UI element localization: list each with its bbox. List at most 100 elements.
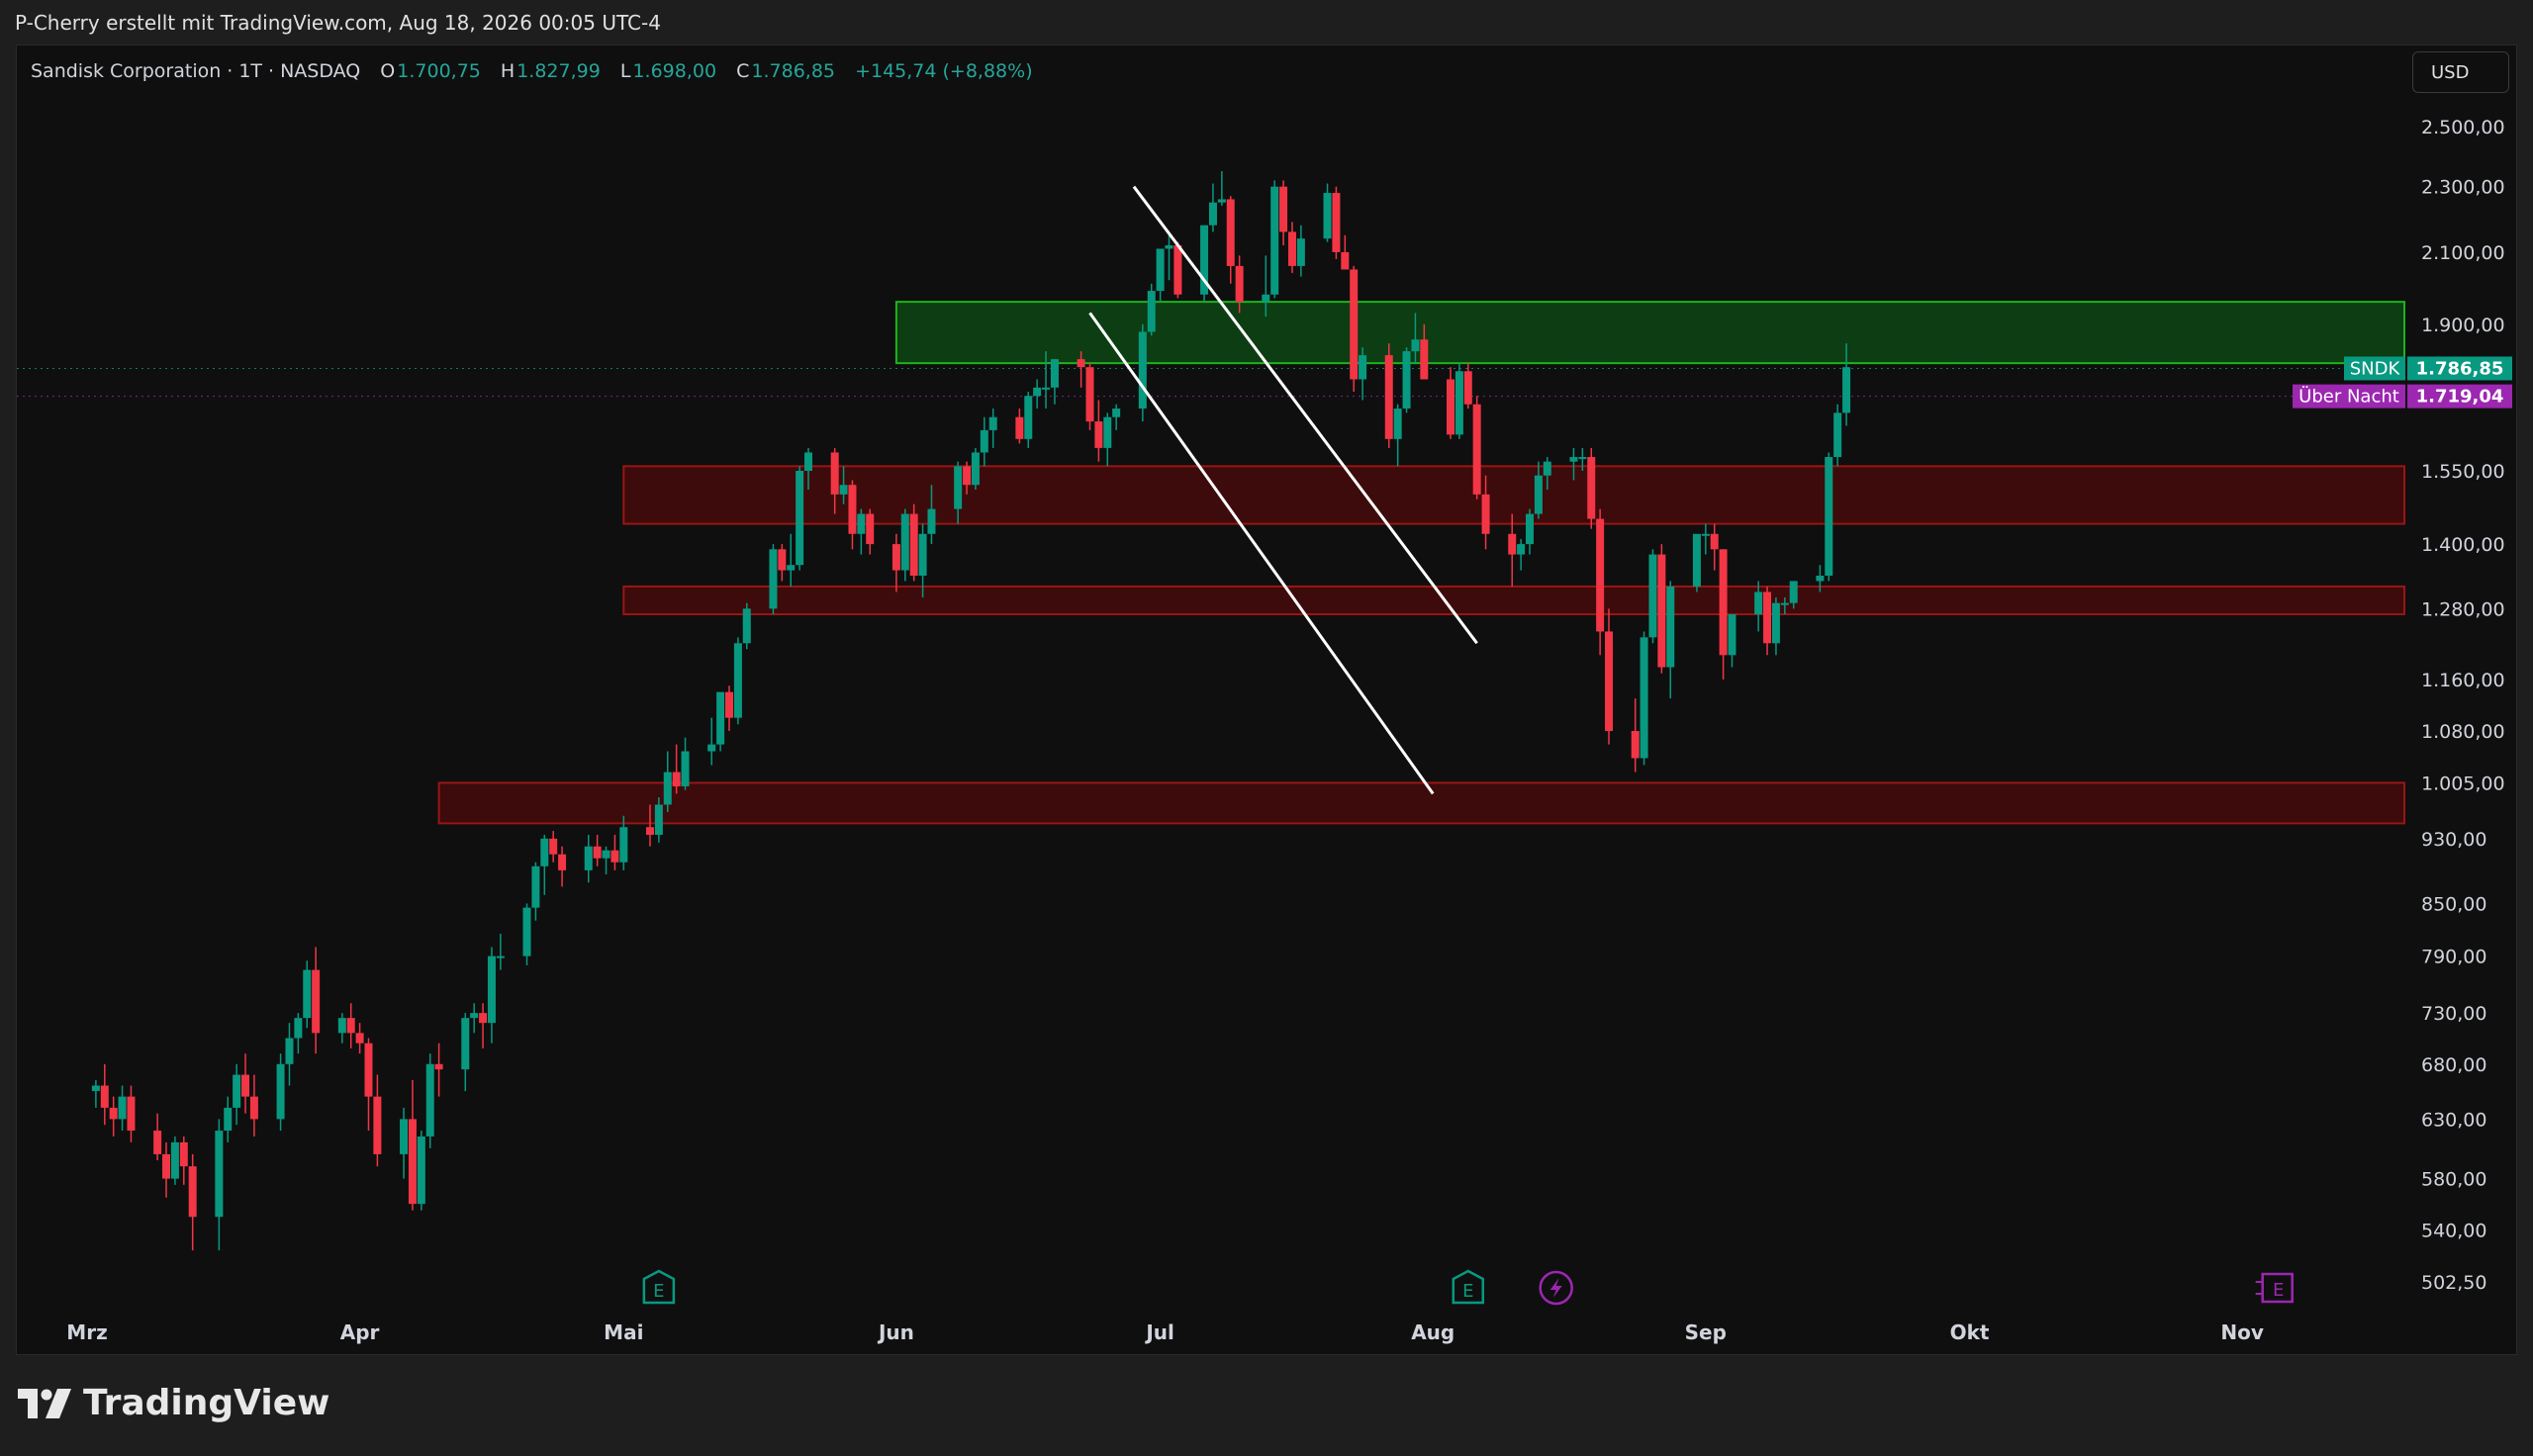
candle-body[interactable] bbox=[531, 865, 540, 908]
candle-body[interactable] bbox=[778, 549, 787, 571]
candle-body[interactable] bbox=[1262, 294, 1270, 303]
candle-body[interactable] bbox=[434, 1063, 443, 1070]
candle-body[interactable] bbox=[733, 643, 742, 718]
candle-body[interactable] bbox=[839, 485, 848, 495]
candle-body[interactable] bbox=[400, 1119, 409, 1154]
candle-body[interactable] bbox=[1112, 409, 1121, 417]
candle-body[interactable] bbox=[162, 1153, 171, 1179]
candle-body[interactable] bbox=[1640, 637, 1648, 759]
candle-body[interactable] bbox=[971, 452, 980, 486]
support-zone[interactable] bbox=[622, 465, 2405, 525]
candle-body[interactable] bbox=[707, 744, 716, 752]
candle-body[interactable] bbox=[848, 485, 857, 534]
candle-body[interactable] bbox=[804, 452, 813, 471]
candle-body[interactable] bbox=[1596, 518, 1605, 632]
candle-body[interactable] bbox=[1147, 291, 1156, 332]
candle-body[interactable] bbox=[900, 513, 909, 571]
candle-body[interactable] bbox=[470, 1013, 479, 1019]
candle-body[interactable] bbox=[109, 1107, 118, 1120]
candle-body[interactable] bbox=[1454, 371, 1463, 435]
candle-body[interactable] bbox=[1701, 533, 1710, 536]
candle-body[interactable] bbox=[479, 1013, 488, 1024]
candle-body[interactable] bbox=[891, 544, 900, 571]
candle-body[interactable] bbox=[249, 1096, 258, 1120]
trendline[interactable] bbox=[1132, 185, 1478, 645]
chart-panel[interactable]: 2.500,00 2.300,00 2.100,00 1.900,00 1.550,00… bbox=[16, 45, 2517, 1355]
candle-body[interactable] bbox=[681, 751, 690, 787]
candle-body[interactable] bbox=[558, 854, 567, 870]
candle-body[interactable] bbox=[364, 1043, 373, 1097]
chart-canvas[interactable]: 2.500,00 2.300,00 2.100,00 1.900,00 1.550,00… bbox=[17, 46, 2516, 1354]
candle-body[interactable] bbox=[1842, 367, 1851, 413]
candle-body[interactable] bbox=[1481, 494, 1490, 534]
candle-body[interactable] bbox=[927, 508, 936, 534]
candle-body[interactable] bbox=[909, 513, 918, 576]
candle-body[interactable] bbox=[1534, 475, 1543, 514]
candle-body[interactable] bbox=[179, 1141, 188, 1167]
candle-body[interactable] bbox=[593, 846, 602, 859]
candle-body[interactable] bbox=[294, 1018, 303, 1039]
candle-body[interactable] bbox=[1208, 202, 1217, 226]
candle-body[interactable] bbox=[866, 513, 875, 545]
candle-body[interactable] bbox=[769, 549, 778, 609]
candle-body[interactable] bbox=[857, 513, 866, 534]
candle-body[interactable] bbox=[1350, 269, 1359, 380]
candle-body[interactable] bbox=[1341, 251, 1350, 270]
candle-body[interactable] bbox=[487, 956, 496, 1024]
candle-body[interactable] bbox=[663, 772, 672, 805]
candle-body[interactable] bbox=[1042, 387, 1051, 390]
candle-body[interactable] bbox=[1050, 359, 1059, 388]
candle-body[interactable] bbox=[1543, 461, 1551, 476]
candle-body[interactable] bbox=[796, 470, 804, 566]
candle-body[interactable] bbox=[1692, 533, 1701, 587]
candle-body[interactable] bbox=[1463, 371, 1472, 405]
candle-body[interactable] bbox=[1384, 355, 1393, 439]
symbol-name[interactable]: Sandisk Corporation bbox=[31, 60, 221, 82]
candle-body[interactable] bbox=[742, 608, 751, 644]
candle-body[interactable] bbox=[1077, 359, 1085, 368]
candle-body[interactable] bbox=[1033, 387, 1042, 397]
candle-body[interactable] bbox=[118, 1096, 127, 1120]
candle-body[interactable] bbox=[127, 1096, 136, 1132]
candle-body[interactable] bbox=[1217, 199, 1226, 203]
candle-body[interactable] bbox=[1771, 602, 1780, 644]
candle-body[interactable] bbox=[954, 466, 963, 509]
candle-body[interactable] bbox=[1754, 592, 1763, 615]
candle-body[interactable] bbox=[724, 691, 733, 718]
candle-body[interactable] bbox=[1173, 245, 1182, 295]
candle-body[interactable] bbox=[1666, 586, 1675, 668]
candle-body[interactable] bbox=[1323, 193, 1332, 239]
candle-body[interactable] bbox=[1719, 549, 1728, 656]
candle-body[interactable] bbox=[170, 1141, 179, 1179]
candle-body[interactable] bbox=[1710, 533, 1719, 550]
candle-body[interactable] bbox=[1447, 379, 1454, 435]
candle-body[interactable] bbox=[1420, 339, 1429, 380]
candle-body[interactable] bbox=[522, 907, 531, 956]
candle-body[interactable] bbox=[276, 1063, 285, 1120]
candle-body[interactable] bbox=[1103, 416, 1112, 448]
candle-body[interactable] bbox=[918, 533, 927, 576]
candle-body[interactable] bbox=[1605, 631, 1614, 732]
candle-body[interactable] bbox=[1402, 351, 1411, 410]
currency-button[interactable]: USD bbox=[2412, 51, 2509, 93]
candle-body[interactable] bbox=[716, 691, 725, 745]
candle-body[interactable] bbox=[584, 846, 593, 870]
candle-body[interactable] bbox=[1728, 614, 1736, 656]
candle-body[interactable] bbox=[672, 772, 681, 787]
candle-body[interactable] bbox=[1763, 592, 1772, 644]
candle-body[interactable] bbox=[654, 804, 663, 835]
trendline[interactable] bbox=[1088, 312, 1435, 795]
candle-body[interactable] bbox=[233, 1074, 241, 1108]
candle-body[interactable] bbox=[1094, 421, 1103, 448]
candle-body[interactable] bbox=[549, 838, 558, 855]
candle-body[interactable] bbox=[1015, 416, 1024, 439]
candle-body[interactable] bbox=[1393, 409, 1402, 439]
candle-body[interactable] bbox=[1578, 457, 1587, 460]
candle-body[interactable] bbox=[285, 1038, 294, 1064]
support-zone[interactable] bbox=[622, 585, 2405, 616]
candle-body[interactable] bbox=[312, 969, 321, 1034]
candle-body[interactable] bbox=[602, 850, 610, 859]
candle-body[interactable] bbox=[355, 1033, 364, 1044]
candle-body[interactable] bbox=[1789, 581, 1798, 603]
candle-body[interactable] bbox=[461, 1018, 470, 1070]
